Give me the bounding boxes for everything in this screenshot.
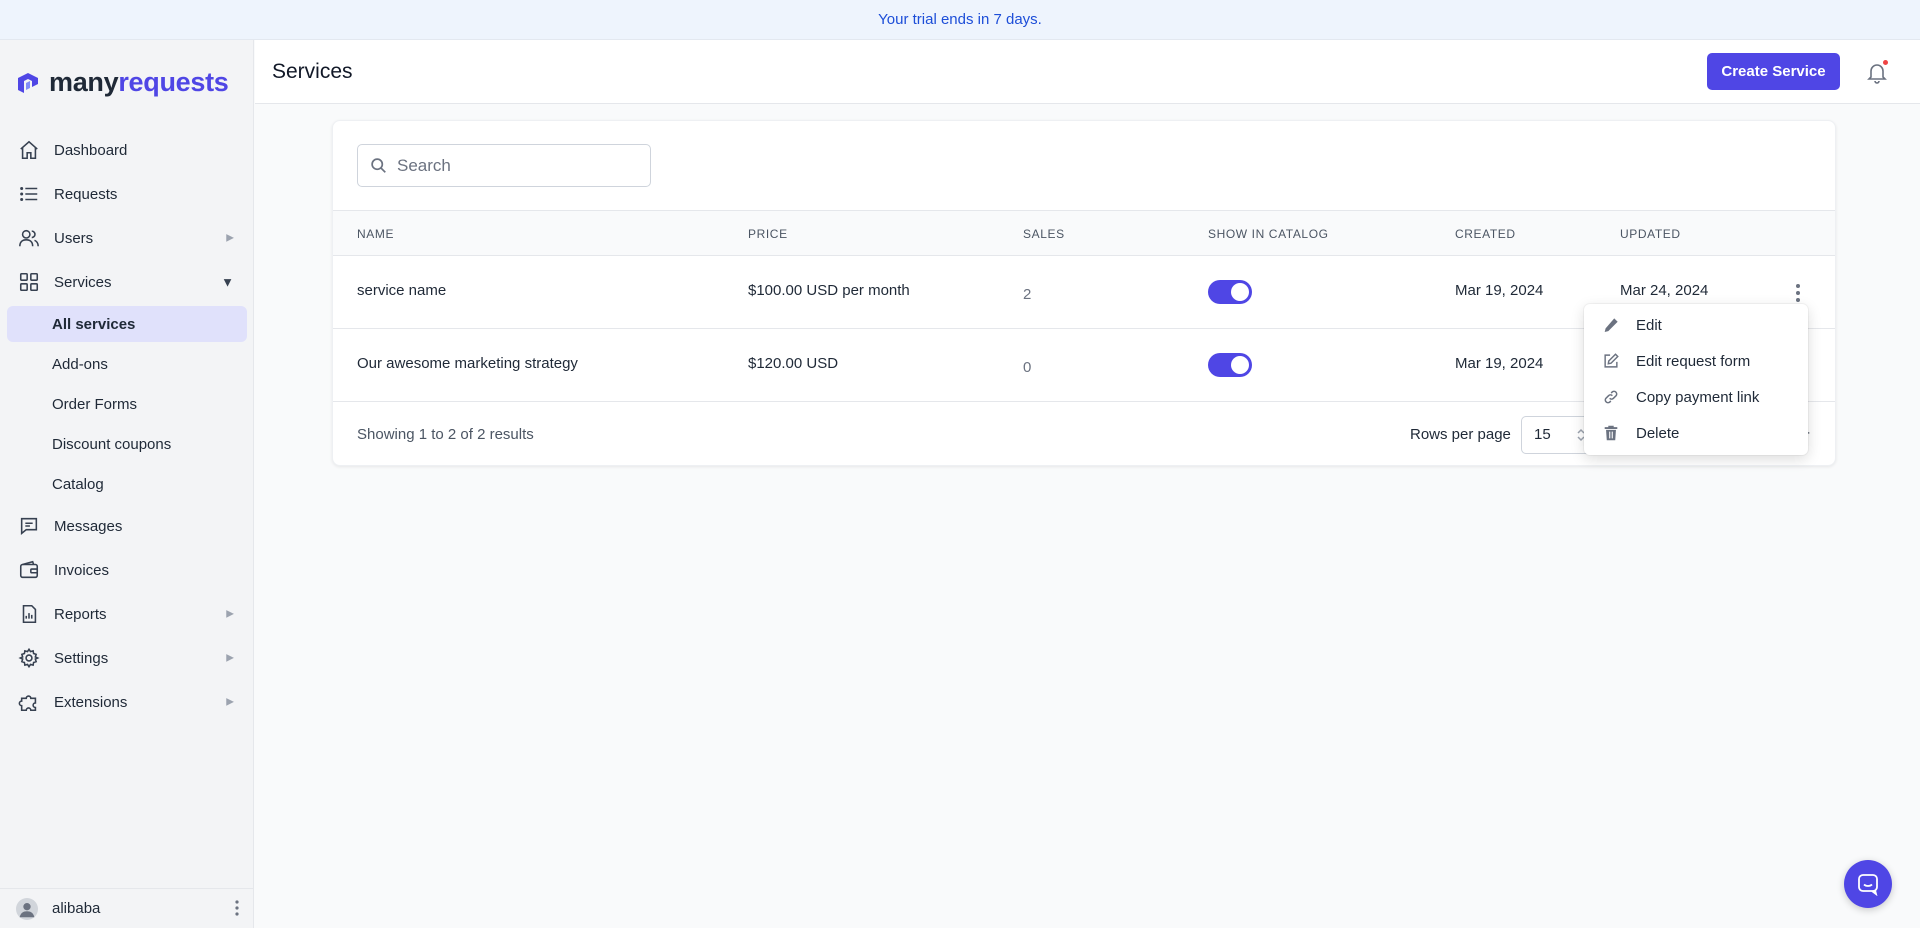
sidebar-item-settings[interactable]: Settings ▶ — [0, 636, 254, 680]
rows-per-page-value: 15 — [1534, 426, 1551, 443]
list-icon — [20, 186, 38, 202]
expand-arrow-icon: ▶ — [226, 696, 234, 708]
column-header-updated[interactable]: UPDATED — [1620, 227, 1681, 241]
service-price: $120.00 USD — [748, 355, 839, 372]
sidebar-item-requests[interactable]: Requests — [0, 172, 254, 216]
logo-icon — [18, 72, 38, 93]
trial-banner: Your trial ends in 7 days. — [0, 0, 1920, 40]
sidebar: manyrequests Dashboard Requests Users ▶ … — [0, 40, 254, 928]
sidebar-nav: Dashboard Requests Users ▶ Services ▼ Al… — [0, 128, 254, 724]
sidebar-item-users[interactable]: Users ▶ — [0, 216, 254, 260]
sidebar-item-label: Messages — [54, 517, 123, 535]
menu-item-label: Edit — [1636, 316, 1662, 334]
show-in-catalog-toggle[interactable] — [1208, 353, 1252, 377]
sidebar-item-reports[interactable]: Reports ▶ — [0, 592, 254, 636]
search-icon — [371, 158, 386, 173]
chat-bubble-icon — [1858, 874, 1878, 896]
user-profile[interactable]: alibaba — [0, 888, 254, 928]
service-price: $100.00 USD per month — [748, 282, 910, 299]
link-icon — [1604, 390, 1618, 404]
menu-item-label: Delete — [1636, 424, 1680, 442]
sidebar-item-label: Reports — [54, 605, 107, 623]
menu-item-copy-payment-link[interactable]: Copy payment link — [1584, 379, 1808, 415]
rows-per-page-label: Rows per page — [1410, 426, 1511, 443]
column-header-show-in-catalog[interactable]: SHOW IN CATALOG — [1208, 227, 1329, 241]
notifications-button[interactable] — [1865, 60, 1889, 84]
service-name[interactable]: service name — [357, 282, 446, 299]
service-name[interactable]: Our awesome marketing strategy — [357, 355, 578, 372]
sidebar-item-label: Services — [54, 273, 112, 291]
expand-arrow-icon: ▶ — [226, 652, 234, 664]
user-menu-kebab-icon[interactable] — [234, 899, 240, 917]
rows-per-page-select[interactable]: 15 — [1521, 416, 1593, 454]
column-header-price[interactable]: PRICE — [748, 227, 788, 241]
home-icon — [20, 140, 38, 160]
sidebar-subitem-discount-coupons[interactable]: Discount coupons — [0, 424, 254, 464]
user-name: alibaba — [52, 900, 101, 917]
expand-arrow-icon: ▶ — [226, 232, 234, 244]
grid-icon — [19, 272, 39, 292]
sidebar-item-label: Requests — [54, 185, 118, 203]
chat-icon — [20, 517, 38, 535]
avatar-icon — [16, 897, 38, 920]
sidebar-item-label: Users — [54, 229, 94, 247]
edit-square-icon — [1604, 353, 1619, 368]
brand-logo[interactable]: manyrequests — [15, 69, 229, 96]
sidebar-item-dashboard[interactable]: Dashboard — [0, 128, 254, 172]
service-sales: 0 — [1023, 359, 1032, 376]
pencil-icon — [1604, 318, 1618, 333]
show-in-catalog-toggle[interactable] — [1208, 280, 1252, 304]
sidebar-item-label: Settings — [54, 649, 109, 667]
page-header: Services Create Service — [255, 40, 1920, 104]
sidebar-item-invoices[interactable]: Invoices — [0, 548, 254, 592]
sidebar-subitem-order-forms[interactable]: Order Forms — [0, 384, 254, 424]
sidebar-subitem-add-ons[interactable]: Add-ons — [0, 344, 254, 384]
sidebar-subitem-all-services[interactable]: All services — [7, 306, 247, 342]
column-header-created[interactable]: CREATED — [1455, 227, 1516, 241]
sidebar-item-label: Invoices — [54, 561, 110, 579]
create-service-button[interactable]: Create Service — [1707, 53, 1840, 90]
menu-item-delete[interactable]: Delete — [1584, 415, 1808, 451]
expand-arrow-icon: ▶ — [226, 608, 234, 620]
sidebar-item-label: Dashboard — [54, 141, 128, 159]
collapse-arrow-icon: ▼ — [221, 274, 234, 290]
service-updated: Mar 24, 2024 — [1620, 282, 1709, 299]
trial-banner-text: Your trial ends in 7 days. — [878, 11, 1042, 28]
menu-item-edit[interactable]: Edit — [1584, 307, 1808, 343]
report-icon — [22, 604, 37, 624]
sidebar-subitem-catalog[interactable]: Catalog — [0, 464, 254, 504]
row-actions-menu: Edit Edit request form Copy payment link… — [1584, 304, 1808, 455]
column-header-sales[interactable]: SALES — [1023, 227, 1065, 241]
service-sales: 2 — [1023, 286, 1032, 303]
sidebar-item-messages[interactable]: Messages — [0, 504, 254, 548]
search-box[interactable] — [357, 144, 651, 187]
row-actions-kebab-icon[interactable] — [1795, 283, 1801, 303]
table-header: NAME PRICE SALES SHOW IN CATALOG CREATED… — [333, 210, 1835, 256]
service-created: Mar 19, 2024 — [1455, 282, 1544, 299]
sidebar-item-services[interactable]: Services ▼ — [0, 260, 254, 304]
sidebar-item-label: Extensions — [54, 693, 128, 711]
users-icon — [19, 229, 39, 247]
brand-name: manyrequests — [49, 67, 229, 97]
puzzle-icon — [18, 695, 37, 712]
wallet-icon — [19, 560, 39, 579]
chat-launcher-button[interactable] — [1844, 860, 1892, 908]
search-input[interactable] — [397, 155, 637, 176]
notification-dot — [1883, 60, 1888, 65]
results-summary: Showing 1 to 2 of 2 results — [357, 426, 534, 443]
gear-icon — [18, 647, 40, 669]
menu-item-edit-request-form[interactable]: Edit request form — [1584, 343, 1808, 379]
page-title: Services — [272, 60, 353, 83]
menu-item-label: Edit request form — [1636, 352, 1751, 370]
service-created: Mar 19, 2024 — [1455, 355, 1544, 372]
column-header-name[interactable]: NAME — [357, 227, 394, 241]
trash-icon — [1604, 425, 1618, 441]
sidebar-item-extensions[interactable]: Extensions ▶ — [0, 680, 254, 724]
menu-item-label: Copy payment link — [1636, 388, 1760, 406]
